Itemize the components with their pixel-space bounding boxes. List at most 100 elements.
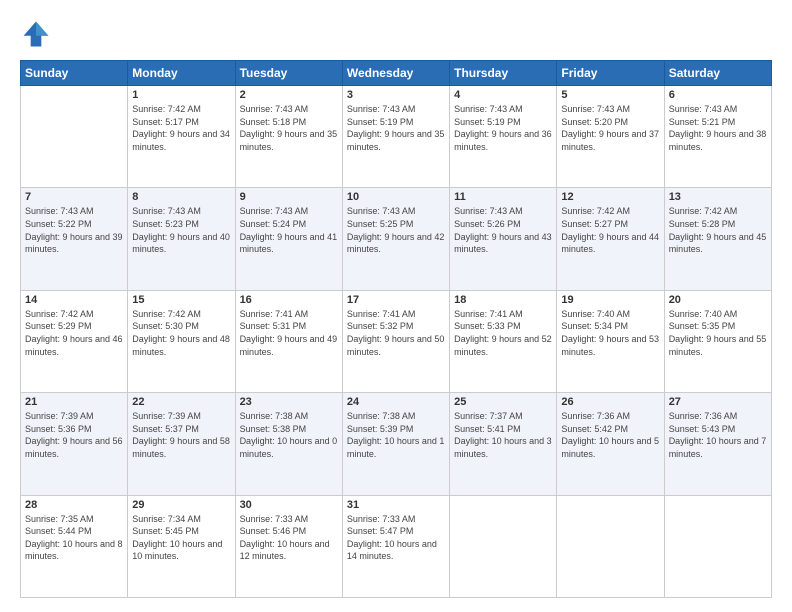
logo <box>20 18 56 50</box>
day-info: Sunrise: 7:34 AMSunset: 5:45 PMDaylight:… <box>132 514 222 562</box>
calendar-cell: 5 Sunrise: 7:43 AMSunset: 5:20 PMDaylight… <box>557 86 664 188</box>
day-info: Sunrise: 7:43 AMSunset: 5:19 PMDaylight:… <box>347 104 445 152</box>
day-info: Sunrise: 7:43 AMSunset: 5:21 PMDaylight:… <box>669 104 767 152</box>
day-number: 13 <box>669 191 767 203</box>
calendar-cell: 18 Sunrise: 7:41 AMSunset: 5:33 PMDayligh… <box>450 290 557 392</box>
day-number: 23 <box>240 396 338 408</box>
calendar-cell: 15 Sunrise: 7:42 AMSunset: 5:30 PMDayligh… <box>128 290 235 392</box>
calendar-cell: 19Sunrise: 7:40 AMSunset: 5:34 PMDayligh… <box>557 290 664 392</box>
day-info: Sunrise: 7:43 AMSunset: 5:20 PMDaylight:… <box>561 104 659 152</box>
day-info: Sunrise: 7:42 AMSunset: 5:28 PMDaylight:… <box>669 206 767 254</box>
day-info: Sunrise: 7:42 AMSunset: 5:17 PMDaylight:… <box>132 104 230 152</box>
day-number: 22 <box>132 396 230 408</box>
day-info: Sunrise: 7:43 AMSunset: 5:23 PMDaylight:… <box>132 206 230 254</box>
weekday-header-row: SundayMondayTuesdayWednesdayThursdayFrid… <box>21 61 772 86</box>
calendar-cell <box>21 86 128 188</box>
day-number: 10 <box>347 191 445 203</box>
weekday-header-monday: Monday <box>128 61 235 86</box>
calendar-cell <box>557 495 664 597</box>
calendar-cell: 31 Sunrise: 7:33 AMSunset: 5:47 PMDayligh… <box>342 495 449 597</box>
day-info: Sunrise: 7:33 AMSunset: 5:46 PMDaylight:… <box>240 514 330 562</box>
day-info: Sunrise: 7:42 AMSunset: 5:27 PMDaylight:… <box>561 206 659 254</box>
calendar-cell: 1 Sunrise: 7:42 AMSunset: 5:17 PMDaylight… <box>128 86 235 188</box>
day-info: Sunrise: 7:42 AMSunset: 5:30 PMDaylight:… <box>132 309 230 357</box>
day-number: 20 <box>669 294 767 306</box>
calendar-cell: 27Sunrise: 7:36 AMSunset: 5:43 PMDayligh… <box>664 393 771 495</box>
day-number: 7 <box>25 191 123 203</box>
day-info: Sunrise: 7:39 AMSunset: 5:37 PMDaylight:… <box>132 411 230 459</box>
day-info: Sunrise: 7:40 AMSunset: 5:35 PMDaylight:… <box>669 309 767 357</box>
calendar-cell: 6 Sunrise: 7:43 AMSunset: 5:21 PMDaylight… <box>664 86 771 188</box>
day-info: Sunrise: 7:41 AMSunset: 5:31 PMDaylight:… <box>240 309 338 357</box>
weekday-header-thursday: Thursday <box>450 61 557 86</box>
day-info: Sunrise: 7:38 AMSunset: 5:39 PMDaylight:… <box>347 411 445 459</box>
day-info: Sunrise: 7:42 AMSunset: 5:29 PMDaylight:… <box>25 309 123 357</box>
weekday-header-sunday: Sunday <box>21 61 128 86</box>
day-number: 12 <box>561 191 659 203</box>
calendar-cell: 22 Sunrise: 7:39 AMSunset: 5:37 PMDayligh… <box>128 393 235 495</box>
calendar-cell: 7 Sunrise: 7:43 AMSunset: 5:22 PMDaylight… <box>21 188 128 290</box>
day-number: 31 <box>347 499 445 511</box>
calendar-week-row: 14 Sunrise: 7:42 AMSunset: 5:29 PMDayligh… <box>21 290 772 392</box>
day-number: 27 <box>669 396 767 408</box>
day-info: Sunrise: 7:43 AMSunset: 5:24 PMDaylight:… <box>240 206 338 254</box>
day-info: Sunrise: 7:43 AMSunset: 5:25 PMDaylight:… <box>347 206 445 254</box>
day-info: Sunrise: 7:39 AMSunset: 5:36 PMDaylight:… <box>25 411 123 459</box>
day-number: 28 <box>25 499 123 511</box>
day-number: 5 <box>561 89 659 101</box>
day-number: 6 <box>669 89 767 101</box>
calendar-week-row: 21 Sunrise: 7:39 AMSunset: 5:36 PMDayligh… <box>21 393 772 495</box>
calendar-cell: 21 Sunrise: 7:39 AMSunset: 5:36 PMDayligh… <box>21 393 128 495</box>
day-number: 16 <box>240 294 338 306</box>
calendar-cell: 25Sunrise: 7:37 AMSunset: 5:41 PMDayligh… <box>450 393 557 495</box>
day-info: Sunrise: 7:43 AMSunset: 5:18 PMDaylight:… <box>240 104 338 152</box>
day-info: Sunrise: 7:41 AMSunset: 5:33 PMDaylight:… <box>454 309 552 357</box>
calendar-cell: 10 Sunrise: 7:43 AMSunset: 5:25 PMDayligh… <box>342 188 449 290</box>
day-number: 2 <box>240 89 338 101</box>
calendar-cell <box>450 495 557 597</box>
day-info: Sunrise: 7:43 AMSunset: 5:26 PMDaylight:… <box>454 206 552 254</box>
day-info: Sunrise: 7:33 AMSunset: 5:47 PMDaylight:… <box>347 514 437 562</box>
weekday-header-friday: Friday <box>557 61 664 86</box>
day-number: 14 <box>25 294 123 306</box>
calendar-cell: 9 Sunrise: 7:43 AMSunset: 5:24 PMDaylight… <box>235 188 342 290</box>
day-info: Sunrise: 7:43 AMSunset: 5:22 PMDaylight:… <box>25 206 123 254</box>
calendar-week-row: 1 Sunrise: 7:42 AMSunset: 5:17 PMDaylight… <box>21 86 772 188</box>
header <box>20 18 772 50</box>
day-info: Sunrise: 7:36 AMSunset: 5:42 PMDaylight:… <box>561 411 659 459</box>
calendar-cell: 24 Sunrise: 7:38 AMSunset: 5:39 PMDayligh… <box>342 393 449 495</box>
calendar-cell: 17Sunrise: 7:41 AMSunset: 5:32 PMDayligh… <box>342 290 449 392</box>
calendar-cell: 16 Sunrise: 7:41 AMSunset: 5:31 PMDayligh… <box>235 290 342 392</box>
calendar-cell: 14 Sunrise: 7:42 AMSunset: 5:29 PMDayligh… <box>21 290 128 392</box>
day-number: 18 <box>454 294 552 306</box>
day-info: Sunrise: 7:38 AMSunset: 5:38 PMDaylight:… <box>240 411 338 459</box>
day-number: 17 <box>347 294 445 306</box>
day-info: Sunrise: 7:35 AMSunset: 5:44 PMDaylight:… <box>25 514 123 562</box>
calendar-cell: 20 Sunrise: 7:40 AMSunset: 5:35 PMDayligh… <box>664 290 771 392</box>
calendar-cell: 11Sunrise: 7:43 AMSunset: 5:26 PMDayligh… <box>450 188 557 290</box>
day-number: 21 <box>25 396 123 408</box>
weekday-header-tuesday: Tuesday <box>235 61 342 86</box>
calendar-cell: 28 Sunrise: 7:35 AMSunset: 5:44 PMDayligh… <box>21 495 128 597</box>
day-info: Sunrise: 7:43 AMSunset: 5:19 PMDaylight:… <box>454 104 552 152</box>
page: SundayMondayTuesdayWednesdayThursdayFrid… <box>0 0 792 612</box>
calendar-cell <box>664 495 771 597</box>
logo-icon <box>20 18 52 50</box>
day-number: 24 <box>347 396 445 408</box>
calendar-cell: 8Sunrise: 7:43 AMSunset: 5:23 PMDaylight… <box>128 188 235 290</box>
calendar-cell: 26Sunrise: 7:36 AMSunset: 5:42 PMDayligh… <box>557 393 664 495</box>
weekday-header-wednesday: Wednesday <box>342 61 449 86</box>
calendar-cell: 13 Sunrise: 7:42 AMSunset: 5:28 PMDayligh… <box>664 188 771 290</box>
calendar-week-row: 28 Sunrise: 7:35 AMSunset: 5:44 PMDayligh… <box>21 495 772 597</box>
day-number: 19 <box>561 294 659 306</box>
day-number: 1 <box>132 89 230 101</box>
day-number: 30 <box>240 499 338 511</box>
day-number: 9 <box>240 191 338 203</box>
day-number: 15 <box>132 294 230 306</box>
calendar-cell: 2 Sunrise: 7:43 AMSunset: 5:18 PMDaylight… <box>235 86 342 188</box>
calendar-cell: 12 Sunrise: 7:42 AMSunset: 5:27 PMDayligh… <box>557 188 664 290</box>
calendar-cell: 3 Sunrise: 7:43 AMSunset: 5:19 PMDaylight… <box>342 86 449 188</box>
day-number: 3 <box>347 89 445 101</box>
day-info: Sunrise: 7:37 AMSunset: 5:41 PMDaylight:… <box>454 411 552 459</box>
calendar-cell: 4Sunrise: 7:43 AMSunset: 5:19 PMDaylight… <box>450 86 557 188</box>
